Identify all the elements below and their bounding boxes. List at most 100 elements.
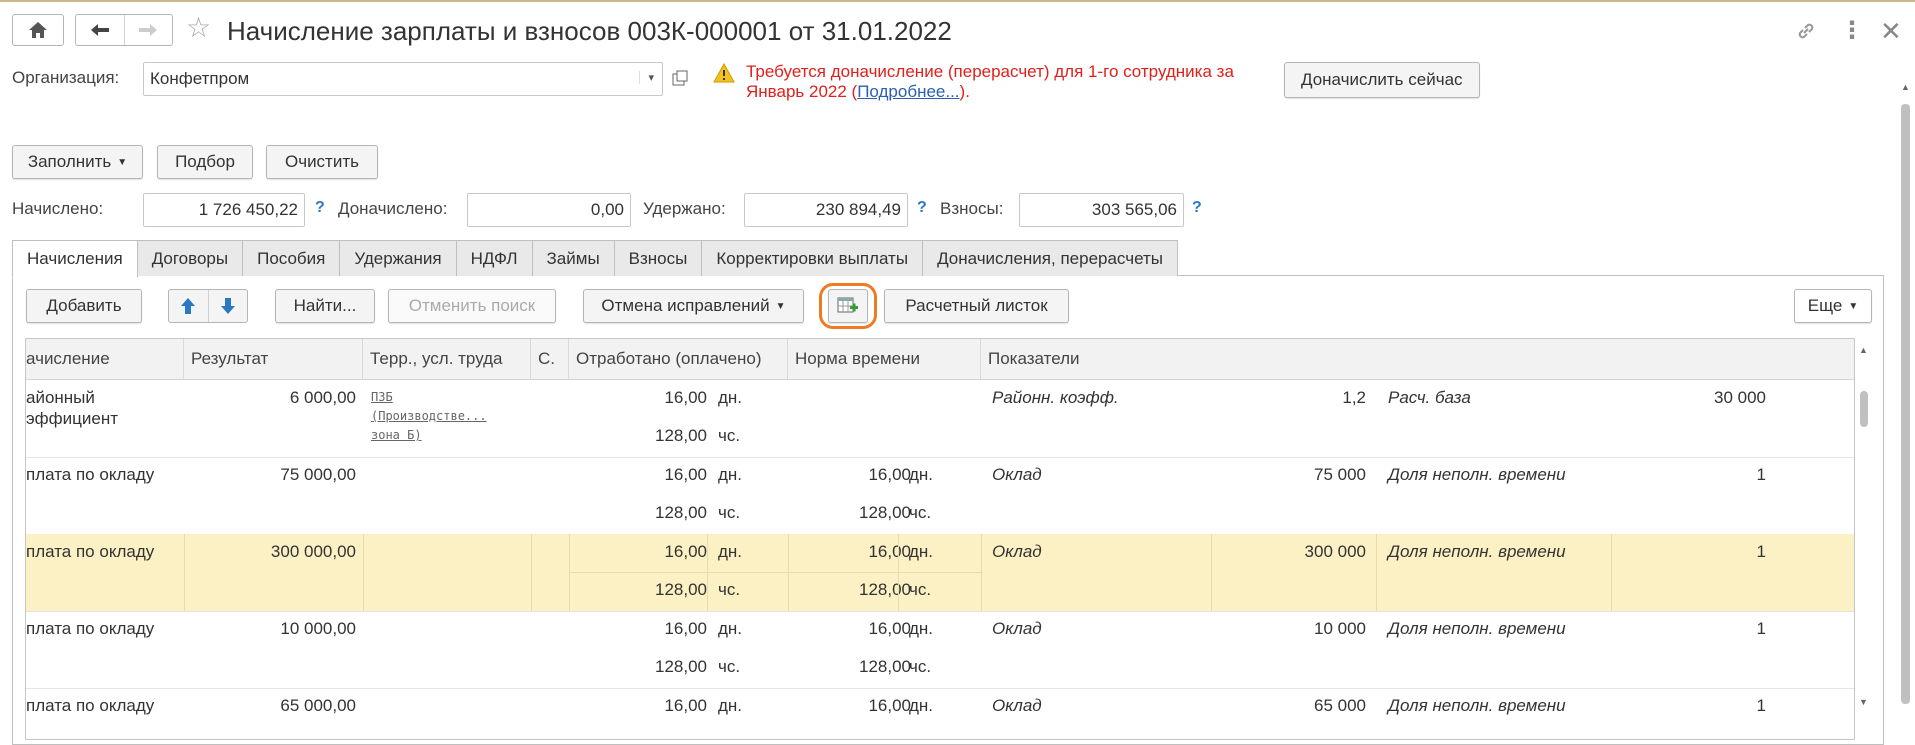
move-down-button[interactable] <box>209 290 248 322</box>
worked-days: 16,00 <box>664 465 707 484</box>
more-menu-icon[interactable]: ⋮ <box>1840 16 1864 45</box>
table-scrollbar[interactable]: ▲ ▼ <box>1857 345 1871 707</box>
org-field[interactable]: Конфетпром ▾ <box>143 62 663 96</box>
unit-days: дн. <box>718 542 743 561</box>
territory-link[interactable]: зона Б) <box>371 426 422 445</box>
move-up-button[interactable] <box>169 290 209 322</box>
result-value: 65 000,00 <box>280 696 356 715</box>
worked-days: 16,00 <box>664 619 707 638</box>
org-value: Конфетпром <box>150 69 250 88</box>
tab-ndfl[interactable]: НДФЛ <box>455 240 533 276</box>
open-org-icon[interactable] <box>672 70 688 86</box>
forward-button[interactable] <box>125 15 173 45</box>
link-icon[interactable] <box>1795 20 1817 48</box>
unit-hours: чс. <box>718 580 741 599</box>
clear-button[interactable]: Очистить <box>266 145 378 179</box>
favorite-star-icon[interactable]: ☆ <box>186 14 211 42</box>
payslip-button[interactable]: Расчетный листок <box>884 289 1069 323</box>
cancel-search-button[interactable]: Отменить поиск <box>388 289 556 323</box>
tab-accruals[interactable]: Начисления <box>12 240 138 278</box>
warning-line2-suffix: ). <box>959 82 970 101</box>
unit-hours: чс. <box>909 580 932 599</box>
unit-hours: чс. <box>718 503 741 522</box>
cell-divider <box>363 534 364 611</box>
arrow-left-icon <box>90 24 109 36</box>
col-indicators[interactable]: Показатели <box>981 339 1854 379</box>
page-scroll-thumb[interactable] <box>1901 104 1910 704</box>
add-table-button[interactable] <box>828 289 868 323</box>
unit-days: дн. <box>909 696 934 715</box>
scroll-thumb[interactable] <box>1860 391 1868 427</box>
page-title: Начисление зарплаты и взносов 003К-00000… <box>227 16 952 46</box>
extra-field[interactable]: 0,00 <box>467 193 631 227</box>
select-button[interactable]: Подбор <box>157 145 253 179</box>
accrued-field[interactable]: 1 726 450,22 <box>143 193 305 227</box>
table-row[interactable]: айонный эффициент 6 000,00 16,00 дн. 128,00 чс… <box>26 380 1854 458</box>
title-bar: ☆ Начисление зарплаты и взносов 003К-000… <box>0 2 1915 58</box>
back-button[interactable] <box>76 15 125 45</box>
col-territory[interactable]: Терр., усл. труда <box>363 339 531 379</box>
worked-days: 16,00 <box>664 542 707 561</box>
table-row[interactable]: плата по окладу 75 000,00 16,00 дн. 128,00 чс… <box>26 457 1854 535</box>
tab-recalculations[interactable]: Доначисления, перерасчеты <box>922 240 1178 276</box>
warning-line1: Требуется доначисление (перерасчет) для … <box>746 62 1234 81</box>
cell-divider <box>569 572 981 573</box>
close-icon[interactable]: ✕ <box>1880 16 1902 47</box>
find-button[interactable]: Найти... <box>275 289 375 323</box>
accruals-table: ачисление Результат Терр., усл. труда С.… <box>25 338 1855 740</box>
move-buttons <box>168 289 248 323</box>
indicator-name: Расч. база <box>1388 388 1471 407</box>
help-icon[interactable]: ? <box>315 199 325 217</box>
fill-button[interactable]: Заполнить ▼ <box>12 145 143 179</box>
result-value: 75 000,00 <box>280 465 356 484</box>
indicator-value: 1 <box>1756 465 1766 484</box>
contrib-label: Взносы: <box>940 199 1004 218</box>
scroll-up-arrow-icon[interactable]: ▲ <box>1859 345 1868 355</box>
more-button[interactable]: Еще ▼ <box>1794 289 1872 323</box>
table-row[interactable]: плата по окладу 65 000,00 16,00 дн. 16,00 дн.… <box>26 688 1854 739</box>
territory-link[interactable]: (Производстве... <box>371 407 487 426</box>
norm-days: 16,00 <box>868 619 911 638</box>
recalc-warning: Требуется доначисление (перерасчет) для … <box>746 62 1266 102</box>
result-value: 10 000,00 <box>280 619 356 638</box>
help-icon[interactable]: ? <box>917 199 927 217</box>
indicator-value: 30 000 <box>1714 388 1766 407</box>
accrual-name: плата по окладу <box>26 542 155 561</box>
unit-days: дн. <box>718 619 743 638</box>
warning-icon <box>713 62 735 88</box>
details-link[interactable]: Подробнее... <box>857 82 959 101</box>
indicator-name: Оклад <box>992 542 1042 561</box>
col-s[interactable]: С. <box>531 339 569 379</box>
help-icon[interactable]: ? <box>1192 199 1202 217</box>
accrued-label: Начислено: <box>12 199 104 218</box>
scroll-down-arrow-icon[interactable]: ▼ <box>1859 697 1868 707</box>
col-accrual[interactable]: ачисление <box>26 339 184 379</box>
recalc-now-button[interactable]: Доначислить сейчас <box>1284 62 1480 98</box>
org-label: Организация: <box>12 68 120 87</box>
cancel-corrections-button[interactable]: Отмена исправлений ▼ <box>583 289 804 323</box>
tab-benefits[interactable]: Пособия <box>242 240 341 276</box>
chevron-down-icon: ▼ <box>1848 300 1859 312</box>
table-row[interactable]: плата по окладу 300 000,00 16,00 дн. 128,00 ч… <box>26 534 1854 612</box>
tab-payment-corrections[interactable]: Корректировки выплаты <box>701 240 924 276</box>
col-norm[interactable]: Норма времени <box>788 339 981 379</box>
dropdown-icon[interactable]: ▾ <box>639 71 654 84</box>
tab-deductions[interactable]: Удержания <box>339 240 457 276</box>
col-result[interactable]: Результат <box>184 339 363 379</box>
add-button[interactable]: Добавить <box>26 289 142 323</box>
indicator-name: Доля неполн. времени <box>1388 465 1566 484</box>
home-button[interactable] <box>12 14 64 46</box>
contrib-field[interactable]: 303 565,06 <box>1019 193 1184 227</box>
indicator-value: 1 <box>1756 696 1766 715</box>
accrual-name-cont: эффициент <box>26 409 119 428</box>
col-worked[interactable]: Отработано (оплачено) <box>569 339 788 379</box>
tab-loans[interactable]: Займы <box>531 240 615 276</box>
tab-contracts[interactable]: Договоры <box>136 240 244 276</box>
page-scrollbar[interactable]: ▲ <box>1898 72 1912 740</box>
page-scroll-up-icon[interactable]: ▲ <box>1901 82 1910 92</box>
withheld-field[interactable]: 230 894,49 <box>744 193 908 227</box>
accrual-name: плата по окладу <box>26 696 155 715</box>
territory-link[interactable]: ПЗБ <box>371 388 393 407</box>
table-row[interactable]: плата по окладу 10 000,00 16,00 дн. 128,00 чс… <box>26 611 1854 689</box>
tab-contributions[interactable]: Взносы <box>613 240 703 276</box>
